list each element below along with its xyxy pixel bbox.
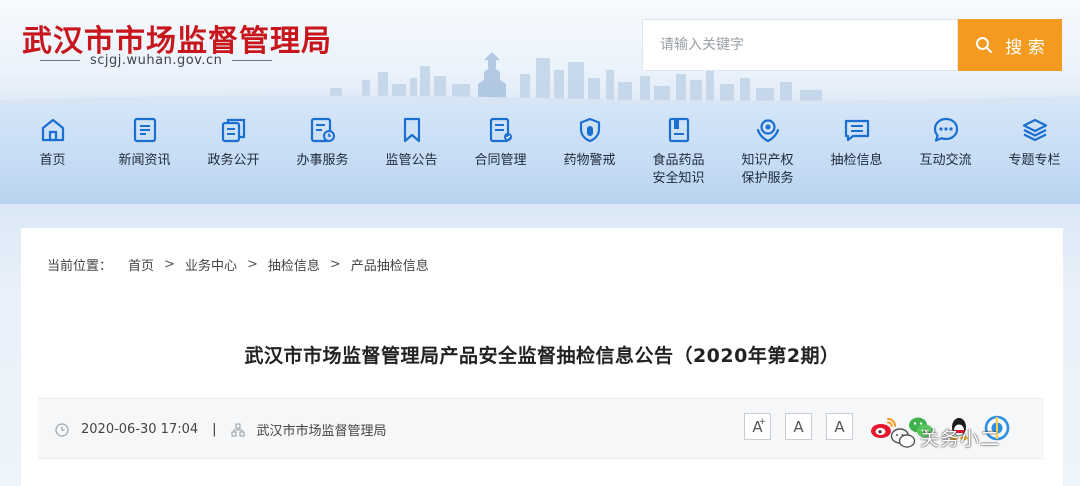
site-domain-row: scjgj.wuhan.gov.cn — [40, 53, 273, 68]
book-icon — [668, 117, 689, 143]
contract-icon — [489, 117, 512, 143]
nav-item-supervision-notice[interactable]: 监管公告 — [367, 104, 456, 204]
organization-icon — [230, 422, 245, 437]
breadcrumb: 当前位置： 首页 > 业务中心 > 抽检信息 > 产品抽检信息 — [47, 255, 429, 274]
breadcrumb-link-home[interactable]: 首页 — [128, 255, 154, 274]
nav-label: 专题专栏 — [1008, 153, 1061, 168]
message-list-icon — [844, 119, 869, 142]
nav-item-services[interactable]: 办事服务 — [278, 104, 367, 204]
search-button-label: 搜 索 — [1005, 37, 1045, 58]
wechat-watermark: 关务小二 — [890, 424, 1000, 451]
shield-icon — [579, 117, 600, 143]
search-button[interactable]: 搜 索 — [958, 19, 1062, 71]
search-icon — [976, 37, 993, 53]
domain-rule-right — [232, 60, 273, 61]
nav-label: 政务公开 — [207, 153, 260, 168]
nav-item-special-topics[interactable]: 专题专栏 — [990, 104, 1079, 204]
font-size-default-button[interactable]: A — [785, 413, 812, 440]
nav-label: 新闻资讯 — [118, 153, 171, 168]
domain-rule-left — [40, 60, 80, 61]
nav-label: 互动交流 — [919, 153, 972, 168]
nav-label: 食品药品 安全知识 — [652, 153, 705, 186]
layers-icon — [1022, 118, 1047, 142]
nav-label: 合同管理 — [474, 153, 527, 168]
article-datetime: 2020-06-30 17:04 — [81, 422, 199, 437]
nav-item-news[interactable]: 新闻资讯 — [100, 104, 189, 204]
nav-item-inspection-info[interactable]: 抽检信息 — [812, 104, 901, 204]
article-meta: 2020-06-30 17:04 | 武汉市市场监督管理局 — [55, 399, 387, 460]
nav-label: 抽检信息 — [830, 153, 883, 168]
breadcrumb-link-inspection-info[interactable]: 抽检信息 — [268, 255, 320, 274]
nav-label: 知识产权 保护服务 — [741, 153, 794, 186]
breadcrumb-separator: > — [164, 257, 175, 272]
nav-item-public-affairs[interactable]: 政务公开 — [189, 104, 278, 204]
chat-icon — [933, 117, 958, 142]
bookmark-icon — [403, 117, 420, 143]
breadcrumb-separator: > — [329, 257, 341, 272]
nav-item-contract[interactable]: 合同管理 — [456, 104, 545, 204]
news-icon — [133, 117, 156, 143]
nav-item-interaction[interactable]: 互动交流 — [901, 104, 990, 204]
plus-marker: + — [758, 417, 766, 427]
clock-icon — [55, 422, 69, 437]
nav-label: 监管公告 — [385, 153, 438, 168]
breadcrumb-link-business-center[interactable]: 业务中心 — [185, 255, 237, 274]
font-size-increase-button[interactable]: A + — [744, 413, 771, 440]
nav-label: 药物警戒 — [563, 153, 616, 168]
nav-item-pharmacovigilance[interactable]: 药物警戒 — [545, 104, 634, 204]
font-size-decrease-label: A — [834, 417, 845, 436]
article-title: 武汉市市场监督管理局产品安全监督抽检信息公告（2020年第2期） — [244, 345, 840, 367]
main-nav: 首页 新闻资讯 政务公开 办事服务 监管公告 合同管理 药物警戒 食品药品 安全… — [0, 104, 1080, 204]
site-domain: scjgj.wuhan.gov.cn — [90, 53, 223, 68]
services-icon — [310, 117, 335, 143]
watermark-text: 关务小二 — [920, 428, 1001, 450]
breadcrumb-prefix: 当前位置： — [47, 259, 113, 274]
nav-item-home[interactable]: 首页 — [5, 104, 100, 204]
breadcrumb-separator: > — [246, 257, 258, 272]
ip-protection-icon — [756, 119, 779, 143]
breadcrumb-current[interactable]: 产品抽检信息 — [351, 255, 429, 274]
font-size-default-label: A — [793, 417, 804, 436]
home-icon — [41, 118, 64, 142]
meta-divider: | — [212, 422, 217, 437]
search-input[interactable] — [642, 19, 958, 71]
nav-label: 办事服务 — [296, 153, 349, 168]
nav-item-ip-protection[interactable]: 知识产权 保护服务 — [723, 104, 812, 204]
site-header: 武汉市市场监督管理局 scjgj.wuhan.gov.cn 搜 索 — [0, 0, 1080, 104]
font-size-controls: A + A A — [744, 413, 853, 440]
nav-label: 首页 — [39, 153, 66, 168]
nav-item-food-drug-safety[interactable]: 食品药品 安全知识 — [634, 104, 723, 204]
font-size-decrease-button[interactable]: A — [826, 413, 853, 440]
public-affairs-icon — [221, 118, 245, 143]
article-source: 武汉市市场监督管理局 — [256, 424, 387, 439]
wechat-watermark-icon — [890, 427, 916, 448]
